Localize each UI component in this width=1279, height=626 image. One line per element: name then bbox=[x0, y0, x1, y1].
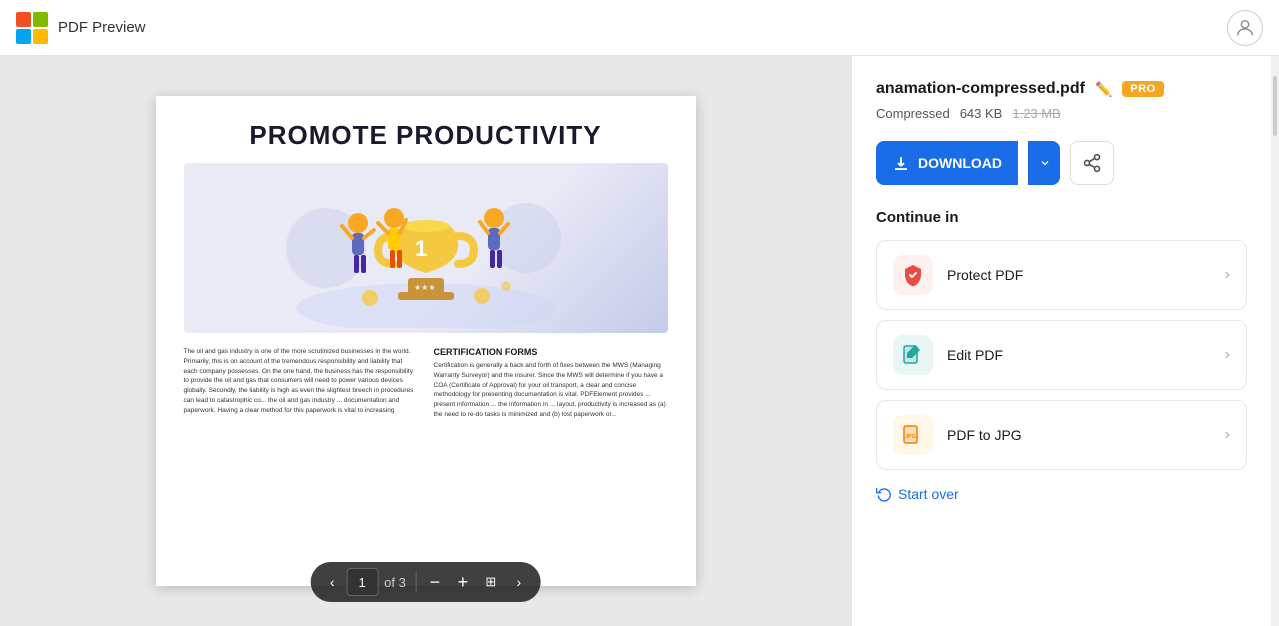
svg-text:1: 1 bbox=[414, 236, 426, 261]
pdf-page: PROMOTE PRODUCTIVITY bbox=[156, 96, 696, 586]
pdf-viewer: PROMOTE PRODUCTIVITY bbox=[0, 56, 851, 626]
continue-item-protect[interactable]: Protect PDF › bbox=[876, 240, 1247, 310]
zoom-out-button[interactable]: − bbox=[421, 568, 449, 596]
pdf-body-left: The oil and gas industry is one of the m… bbox=[184, 347, 418, 415]
trophy-svg: ★★★ 1 bbox=[266, 168, 586, 328]
continue-item-left-protect: Protect PDF bbox=[893, 255, 1023, 295]
download-icon bbox=[892, 154, 910, 172]
pdf-col-left: The oil and gas industry is one of the m… bbox=[184, 347, 418, 420]
pdf-col-right: CERTIFICATION FORMS Certification is gen… bbox=[434, 347, 668, 420]
svg-text:JPG: JPG bbox=[905, 434, 916, 440]
zoom-in-button[interactable]: + bbox=[449, 568, 477, 596]
action-row: DOWNLOAD bbox=[876, 141, 1247, 185]
page-count: of 3 bbox=[384, 575, 406, 590]
file-name: anamation-compressed.pdf bbox=[876, 80, 1085, 98]
share-button[interactable] bbox=[1070, 141, 1114, 185]
continue-item-jpg[interactable]: JPG PDF to JPG › bbox=[876, 400, 1247, 470]
start-over-button[interactable]: Start over bbox=[876, 486, 1247, 502]
original-size: 1.23 MB bbox=[1012, 106, 1060, 121]
jpg-icon-container: JPG bbox=[893, 415, 933, 455]
protect-icon-container bbox=[893, 255, 933, 295]
pdf-section-title: CERTIFICATION FORMS bbox=[434, 347, 668, 357]
edit-filename-icon[interactable]: ✏️ bbox=[1095, 81, 1112, 98]
chevron-down-icon bbox=[1039, 157, 1051, 169]
main-content: PROMOTE PRODUCTIVITY bbox=[0, 56, 1279, 626]
continue-item-edit[interactable]: Edit PDF › bbox=[876, 320, 1247, 390]
app-header: PDF Preview bbox=[0, 0, 1279, 56]
file-header: anamation-compressed.pdf ✏️ PRO bbox=[876, 80, 1247, 98]
svg-text:★★★: ★★★ bbox=[414, 283, 436, 292]
continue-label: Continue in bbox=[876, 209, 1247, 226]
file-size: 643 KB bbox=[960, 106, 1003, 121]
edit-pdf-icon bbox=[901, 343, 925, 367]
page-number-input[interactable] bbox=[346, 568, 378, 596]
file-meta: Compressed 643 KB 1.23 MB bbox=[876, 106, 1247, 121]
continue-item-left-edit: Edit PDF bbox=[893, 335, 1003, 375]
prev-page-button[interactable]: ‹ bbox=[318, 568, 346, 596]
start-over-icon bbox=[876, 486, 892, 502]
next-page-button[interactable]: › bbox=[505, 568, 533, 596]
share-icon bbox=[1082, 153, 1102, 173]
app-title: PDF Preview bbox=[58, 19, 146, 36]
edit-chevron-icon: › bbox=[1225, 346, 1230, 364]
pdf-page-title: PROMOTE PRODUCTIVITY bbox=[184, 120, 668, 151]
pdf-to-jpg-label: PDF to JPG bbox=[947, 427, 1022, 443]
right-sidebar: anamation-compressed.pdf ✏️ PRO Compress… bbox=[851, 56, 1271, 626]
scrollbar-thumb bbox=[1273, 76, 1277, 136]
pro-badge: PRO bbox=[1122, 81, 1163, 97]
pdf-to-jpg-icon: JPG bbox=[901, 423, 925, 447]
pdf-body-right: Certification is generally a back and fo… bbox=[434, 361, 668, 420]
download-arrow-button[interactable] bbox=[1028, 141, 1060, 185]
jpg-chevron-icon: › bbox=[1225, 426, 1230, 444]
continue-item-left-jpg: JPG PDF to JPG bbox=[893, 415, 1022, 455]
protect-chevron-icon: › bbox=[1225, 266, 1230, 284]
fit-page-button[interactable]: ⊞ bbox=[477, 568, 505, 596]
edit-pdf-label: Edit PDF bbox=[947, 347, 1003, 363]
compressed-label: Compressed bbox=[876, 106, 950, 121]
user-avatar-button[interactable] bbox=[1227, 10, 1263, 46]
pdf-illustration: ★★★ 1 bbox=[184, 163, 668, 333]
app-logo bbox=[16, 12, 48, 44]
download-button[interactable]: DOWNLOAD bbox=[876, 141, 1018, 185]
header-left: PDF Preview bbox=[16, 12, 146, 44]
pagination-bar: ‹ of 3 − + ⊞ › bbox=[310, 562, 541, 602]
protect-pdf-label: Protect PDF bbox=[947, 267, 1023, 283]
download-label: DOWNLOAD bbox=[918, 155, 1002, 171]
divider bbox=[416, 572, 417, 592]
start-over-label: Start over bbox=[898, 486, 959, 502]
scrollbar bbox=[1271, 56, 1279, 626]
edit-icon-container bbox=[893, 335, 933, 375]
protect-pdf-icon bbox=[901, 263, 925, 287]
pdf-columns: The oil and gas industry is one of the m… bbox=[184, 347, 668, 420]
